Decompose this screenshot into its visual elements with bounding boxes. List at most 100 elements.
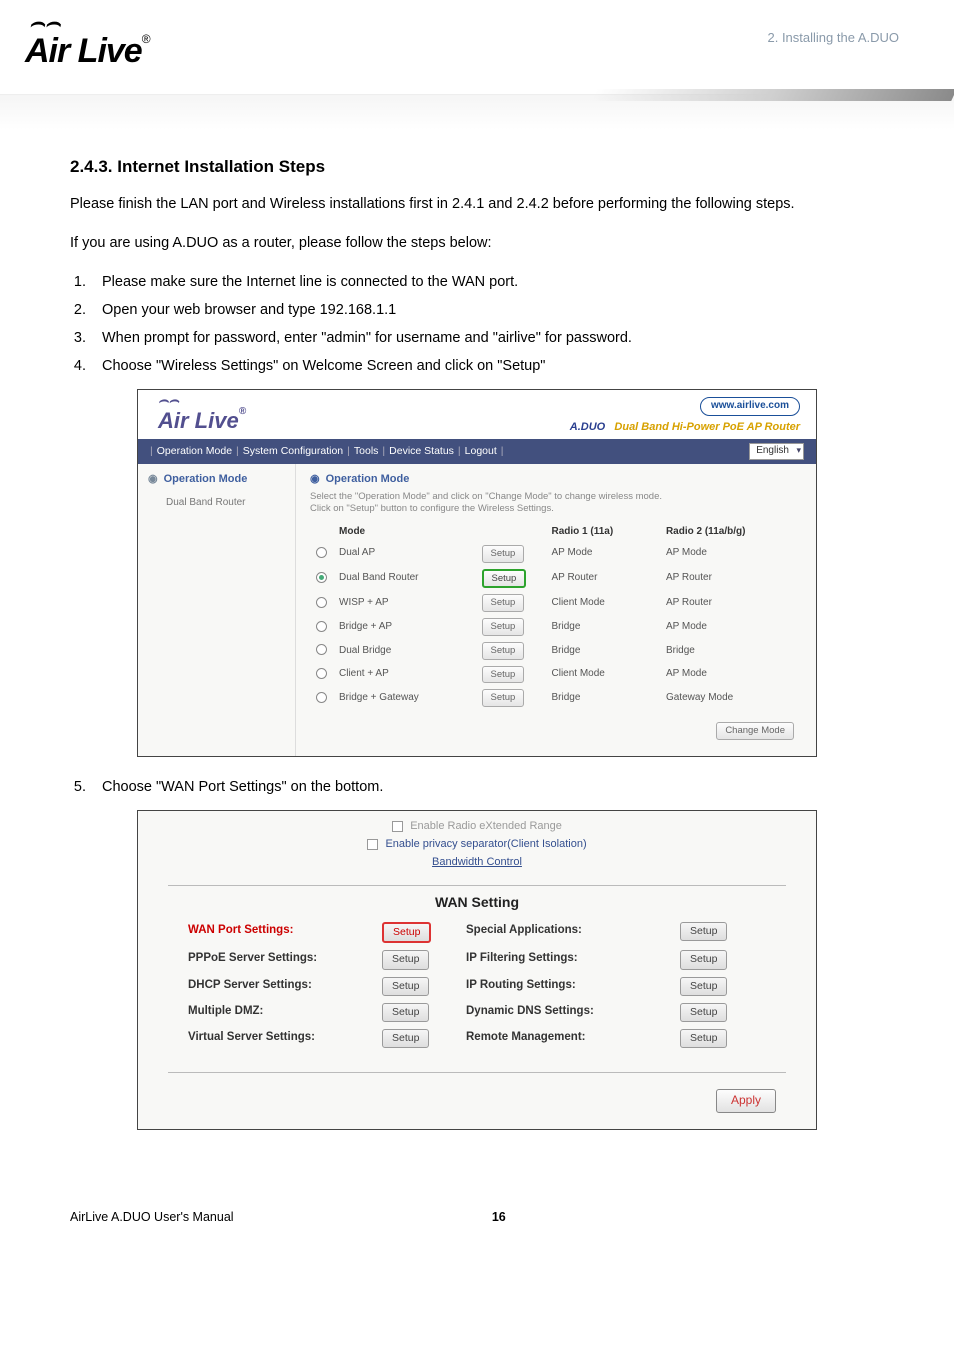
setup-button[interactable]: Setup xyxy=(680,950,727,969)
footer-manual-title: AirLive A.DUO User's Manual xyxy=(70,1210,234,1224)
product-id: A.DUO xyxy=(570,421,605,433)
url-badge[interactable]: www.airlive.com xyxy=(700,397,800,416)
intro-paragraph-2: If you are using A.DUO as a router, plea… xyxy=(70,233,884,254)
radio2-value: AP Router xyxy=(660,566,802,592)
setup-button[interactable]: Setup xyxy=(382,1003,429,1022)
divider xyxy=(168,885,786,886)
radio2-value: AP Mode xyxy=(660,542,802,566)
sidebar-operation-mode[interactable]: Operation Mode xyxy=(164,472,248,488)
wan-label: IP Filtering Settings: xyxy=(466,950,666,969)
mode-label: Dual AP xyxy=(333,542,476,566)
table-row: Bridge + GatewaySetupBridgeGateway Mode xyxy=(310,686,802,710)
setup-button[interactable]: Setup xyxy=(680,1029,727,1048)
mode-radio[interactable] xyxy=(316,668,327,679)
setup-button[interactable]: Setup xyxy=(482,666,525,684)
apply-button[interactable]: Apply xyxy=(716,1089,776,1112)
setup-button[interactable]: Setup xyxy=(680,922,727,941)
mode-label: Client + AP xyxy=(333,663,476,687)
mode-radio[interactable] xyxy=(316,644,327,655)
wan-setting-title: WAN Setting xyxy=(138,892,816,912)
sidebar-item-dual-band-router[interactable]: Dual Band Router xyxy=(148,496,285,511)
table-row: Dual BridgeSetupBridgeBridge xyxy=(310,639,802,663)
wan-label: Remote Management: xyxy=(466,1029,666,1048)
top-nav: | Operation Mode | System Configuration … xyxy=(138,439,816,464)
nav-system-configuration[interactable]: System Configuration xyxy=(243,444,343,459)
setup-button[interactable]: Setup xyxy=(482,689,525,707)
setup-button[interactable]: Setup xyxy=(382,950,429,969)
panel-title: Operation Mode xyxy=(326,472,410,488)
mode-label: Dual Bridge xyxy=(333,639,476,663)
wan-label: Special Applications: xyxy=(466,922,666,943)
bullet-icon: ◉ xyxy=(148,472,158,488)
screenshot-logo: ⌢⌢ Air Live® xyxy=(158,396,246,437)
setup-button[interactable]: Setup xyxy=(382,977,429,996)
mode-label: Bridge + Gateway xyxy=(333,686,476,710)
bandwidth-control-link[interactable]: Bandwidth Control xyxy=(432,855,522,871)
intro-paragraph-1: Please finish the LAN port and Wireless … xyxy=(70,194,884,215)
table-row: Dual AP Setup AP ModeAP Mode xyxy=(310,542,802,566)
table-row: Client + APSetupClient ModeAP Mode xyxy=(310,663,802,687)
change-mode-button[interactable]: Change Mode xyxy=(716,722,794,740)
nav-tools[interactable]: Tools xyxy=(354,444,379,459)
product-tagline: Dual Band Hi-Power PoE AP Router xyxy=(614,421,800,433)
checkbox-privacy-separator[interactable] xyxy=(367,839,378,850)
bullet-icon: ◉ xyxy=(310,472,320,488)
step-item: Please make sure the Internet line is co… xyxy=(90,272,884,293)
mode-radio[interactable] xyxy=(316,692,327,703)
wan-label: DHCP Server Settings: xyxy=(188,977,368,996)
step-item: Choose "WAN Port Settings" on the bottom… xyxy=(90,777,884,798)
mode-table: Mode Radio 1 (11a) Radio 2 (11a/b/g) Dua… xyxy=(310,523,802,710)
setup-button[interactable]: Setup xyxy=(680,1003,727,1022)
chapter-label: 2. Installing the A.DUO xyxy=(767,30,899,45)
nav-logout[interactable]: Logout xyxy=(465,444,497,459)
radio2-value: Gateway Mode xyxy=(660,686,802,710)
wan-label: PPPoE Server Settings: xyxy=(188,950,368,969)
panel-description: Select the "Operation Mode" and click on… xyxy=(310,491,802,516)
language-select[interactable]: English xyxy=(749,443,804,460)
steps-list-cont: Choose "WAN Port Settings" on the bottom… xyxy=(90,777,884,798)
col-mode: Mode xyxy=(333,523,476,542)
divider xyxy=(168,1072,786,1073)
mode-radio[interactable] xyxy=(316,621,327,632)
logo-text: Air Live® xyxy=(25,32,150,71)
setup-button[interactable]: Setup xyxy=(482,618,525,636)
setup-button[interactable]: Setup xyxy=(482,545,525,563)
radio1-value: AP Router xyxy=(546,566,660,592)
radio1-value: Bridge xyxy=(546,615,660,639)
setup-button[interactable]: Setup xyxy=(680,977,727,996)
table-row: Bridge + AP Setup BridgeAP Mode xyxy=(310,615,802,639)
radio1-value: Client Mode xyxy=(546,591,660,615)
setup-button[interactable]: Setup xyxy=(482,594,525,612)
section-heading: 2.4.3. Internet Installation Steps xyxy=(70,155,884,180)
mode-label: Bridge + AP xyxy=(333,615,476,639)
setup-button[interactable]: Setup xyxy=(482,642,525,660)
radio1-value: Client Mode xyxy=(546,663,660,687)
mode-radio[interactable] xyxy=(316,572,327,583)
mode-label: WISP + AP xyxy=(333,591,476,615)
step-item: Open your web browser and type 192.168.1… xyxy=(90,300,884,321)
label-privacy-separator: Enable privacy separator(Client Isolatio… xyxy=(385,838,586,850)
table-row: WISP + APSetupClient ModeAP Router xyxy=(310,591,802,615)
col-radio1: Radio 1 (11a) xyxy=(546,523,660,542)
radio2-value: AP Mode xyxy=(660,615,802,639)
screenshot-operation-mode: ⌢⌢ Air Live® www.airlive.com A.DUO Dual … xyxy=(137,389,817,757)
setup-button[interactable]: Setup xyxy=(482,569,527,589)
screenshot-wan-setting: Enable Radio eXtended Range Enable priva… xyxy=(137,810,817,1130)
step-item: Choose "Wireless Settings" on Welcome Sc… xyxy=(90,356,884,377)
setup-button[interactable]: Setup xyxy=(382,1029,429,1048)
wan-label: Virtual Server Settings: xyxy=(188,1029,368,1048)
nav-device-status[interactable]: Device Status xyxy=(389,444,454,459)
wan-label: Multiple DMZ: xyxy=(188,1003,368,1022)
mode-radio[interactable] xyxy=(316,547,327,558)
label-radio-extended: Enable Radio eXtended Range xyxy=(410,820,562,832)
sidebar: ◉ Operation Mode Dual Band Router xyxy=(138,464,296,756)
setup-button[interactable]: Setup xyxy=(382,922,431,943)
checkbox-radio-extended[interactable] xyxy=(392,821,403,832)
radio1-value: AP Mode xyxy=(546,542,660,566)
header-divider xyxy=(0,94,954,130)
nav-operation-mode[interactable]: Operation Mode xyxy=(157,444,232,459)
wan-label: IP Routing Settings: xyxy=(466,977,666,996)
wan-label: Dynamic DNS Settings: xyxy=(466,1003,666,1022)
mode-radio[interactable] xyxy=(316,597,327,608)
logo-arc-icon: ⌢⌢ xyxy=(25,15,61,32)
